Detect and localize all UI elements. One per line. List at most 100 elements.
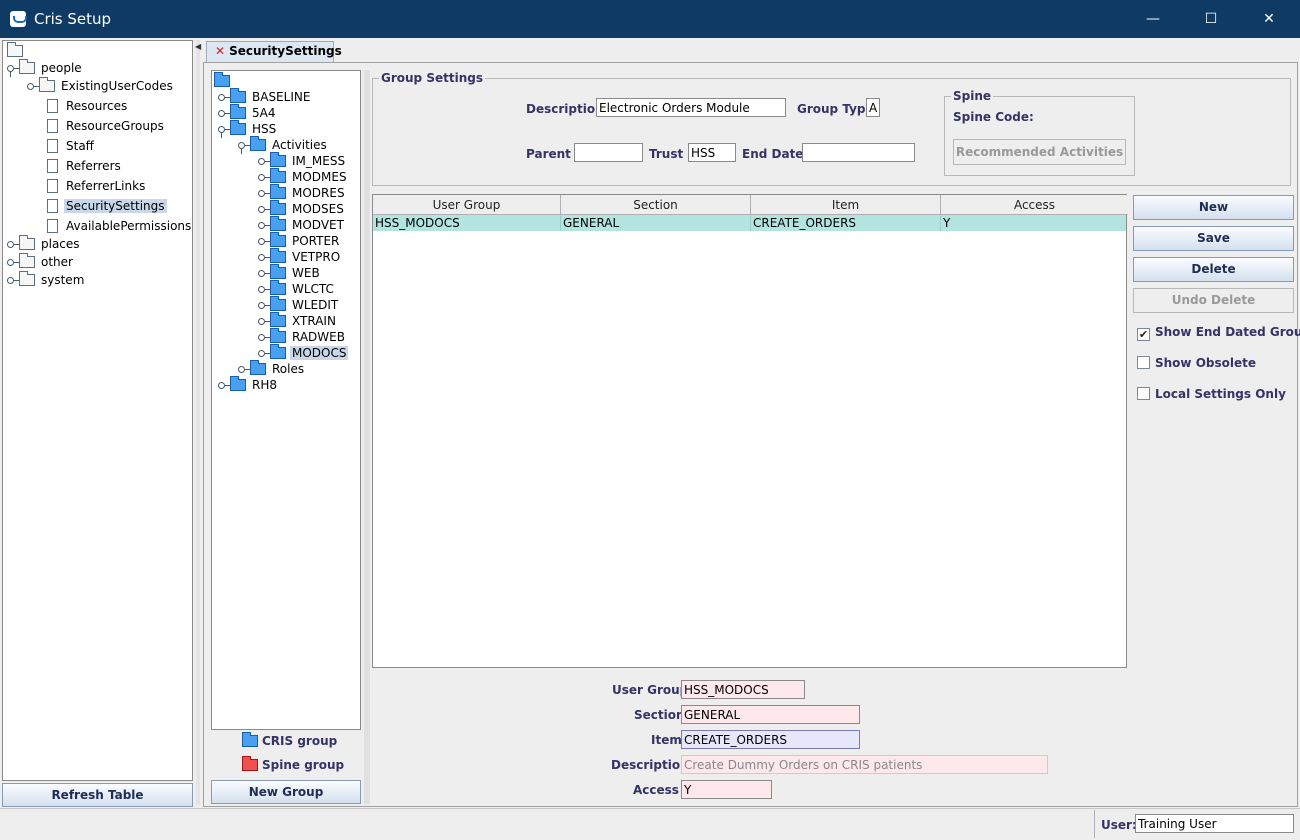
cell-item: CREATE_ORDERS [751, 215, 941, 231]
tree-item-other[interactable]: other [7, 253, 75, 271]
expand-toggle-icon[interactable] [258, 174, 270, 181]
expand-toggle-icon[interactable] [258, 238, 270, 245]
folder-icon [270, 248, 286, 263]
expand-toggle-icon[interactable] [258, 302, 270, 309]
expand-toggle-icon[interactable] [7, 259, 19, 266]
expand-toggle-icon[interactable] [258, 318, 270, 325]
root-folder-icon [7, 42, 23, 57]
show-end-dated-groups-checkbox[interactable]: ✔Show End Dated Groups [1137, 325, 1300, 341]
column-header-item[interactable]: Item [751, 195, 941, 215]
detail-description-field[interactable]: Create Dummy Orders on CRIS patients [681, 755, 1048, 774]
recommended-activities-button[interactable]: Recommended Activities [953, 139, 1126, 165]
cell-access: Y [943, 216, 951, 230]
group-rh8[interactable]: RH8 [218, 376, 279, 394]
tree-item-security-settings[interactable]: SecuritySettings [47, 197, 167, 215]
title-bar: Cris Setup — ☐ ✕ [0, 0, 1300, 38]
document-icon [47, 119, 58, 133]
folder-icon [39, 77, 55, 92]
detail-section-field[interactable]: GENERAL [681, 705, 860, 724]
expand-toggle-icon[interactable] [258, 254, 270, 261]
tree-item-resources[interactable]: Resources [47, 97, 129, 115]
tree-item-existing-user-codes[interactable]: ExistingUserCodes [27, 77, 175, 95]
group-tree: BASELINE 5A4 HSS Activities IM_MESS MODM… [211, 70, 361, 730]
user-field: Training User [1135, 814, 1294, 833]
tab-security-settings[interactable]: ✕ SecuritySettings [206, 41, 342, 62]
close-button[interactable]: ✕ [1240, 0, 1298, 38]
group-type-field[interactable]: A [866, 98, 880, 117]
tree-item-available-permissions[interactable]: AvailablePermissions [47, 217, 193, 235]
expand-toggle-icon[interactable] [258, 222, 270, 229]
expand-toggle-icon[interactable] [258, 270, 270, 277]
folder-icon [270, 232, 286, 247]
expand-toggle-icon[interactable] [7, 241, 19, 248]
cell-user-group: HSS_MODOCS [373, 215, 561, 231]
spine-folder-icon [242, 756, 258, 771]
detail-item-field[interactable]: CREATE_ORDERS [681, 730, 860, 749]
tree-item-people[interactable]: people [7, 59, 84, 77]
expand-toggle-icon[interactable] [258, 206, 270, 213]
expand-toggle-icon[interactable] [258, 158, 270, 165]
column-header-section[interactable]: Section [561, 195, 751, 215]
expand-toggle-icon[interactable] [238, 142, 250, 154]
folder-icon [19, 235, 35, 250]
table-row[interactable]: HSS_MODOCS GENERAL CREATE_ORDERS Y [373, 215, 1126, 231]
tree-item-staff[interactable]: Staff [47, 137, 96, 155]
document-icon [47, 99, 58, 113]
expand-toggle-icon[interactable] [27, 83, 39, 90]
expand-toggle-icon[interactable] [218, 126, 230, 138]
expand-toggle-icon[interactable] [258, 190, 270, 197]
description-field[interactable]: Electronic Orders Module [596, 98, 786, 117]
end-date-field[interactable] [802, 143, 915, 162]
detail-user-group-field[interactable]: HSS_MODOCS [681, 680, 805, 699]
refresh-table-button[interactable]: Refresh Table [2, 783, 193, 807]
folder-icon [19, 59, 35, 74]
expand-toggle-icon[interactable] [7, 277, 19, 284]
maximize-button[interactable]: ☐ [1182, 0, 1240, 38]
delete-button[interactable]: Delete [1133, 257, 1294, 282]
checkbox-icon[interactable] [1137, 387, 1150, 400]
tab-close-icon[interactable]: ✕ [215, 44, 225, 58]
splitter-handle[interactable] [364, 70, 370, 804]
folder-icon [230, 120, 246, 135]
expand-toggle-icon[interactable] [7, 65, 19, 77]
description-label: Description [526, 102, 604, 116]
document-icon [47, 139, 58, 153]
trust-field[interactable]: HSS [688, 143, 736, 162]
expand-toggle-icon[interactable] [258, 286, 270, 293]
column-header-user-group[interactable]: User Group [373, 195, 561, 215]
tree-item-resource-groups[interactable]: ResourceGroups [47, 117, 166, 135]
tree-item-system[interactable]: system [7, 271, 86, 289]
folder-icon [250, 360, 266, 375]
checkbox-checked-icon[interactable]: ✔ [1137, 328, 1150, 341]
new-button[interactable]: New [1133, 195, 1294, 220]
folder-icon [230, 88, 246, 103]
checkbox-icon[interactable] [1137, 356, 1150, 369]
splitter-handle[interactable] [196, 40, 200, 805]
expand-toggle-icon[interactable] [218, 94, 230, 101]
column-header-access[interactable]: Access [941, 195, 1128, 215]
detail-access-field[interactable]: Y [681, 780, 772, 799]
tree-item-referrers[interactable]: Referrers [47, 157, 123, 175]
minimize-button[interactable]: — [1124, 0, 1182, 38]
collapse-left-icon[interactable]: ◀ [195, 42, 201, 51]
undo-delete-button[interactable]: Undo Delete [1133, 288, 1294, 313]
expand-toggle-icon[interactable] [258, 350, 270, 357]
save-button[interactable]: Save [1133, 226, 1294, 251]
parent-field[interactable] [574, 143, 643, 162]
app-logo-icon [10, 11, 27, 27]
spine-code-label: Spine Code: [953, 110, 1034, 124]
document-icon [47, 159, 58, 173]
expand-toggle-icon[interactable] [238, 366, 250, 373]
show-obsolete-checkbox[interactable]: Show Obsolete [1137, 356, 1256, 370]
window-title: Cris Setup [34, 10, 112, 28]
folder-icon [270, 280, 286, 295]
new-group-button[interactable]: New Group [211, 780, 361, 804]
expand-toggle-icon[interactable] [218, 110, 230, 117]
expand-toggle-icon[interactable] [218, 382, 230, 389]
tree-item-referrer-links[interactable]: ReferrerLinks [47, 177, 147, 195]
expand-toggle-icon[interactable] [258, 334, 270, 341]
detail-section-label: Section [634, 708, 685, 722]
folder-icon [270, 328, 286, 343]
tree-item-places[interactable]: places [7, 235, 82, 253]
local-settings-only-checkbox[interactable]: Local Settings Only [1137, 387, 1286, 401]
